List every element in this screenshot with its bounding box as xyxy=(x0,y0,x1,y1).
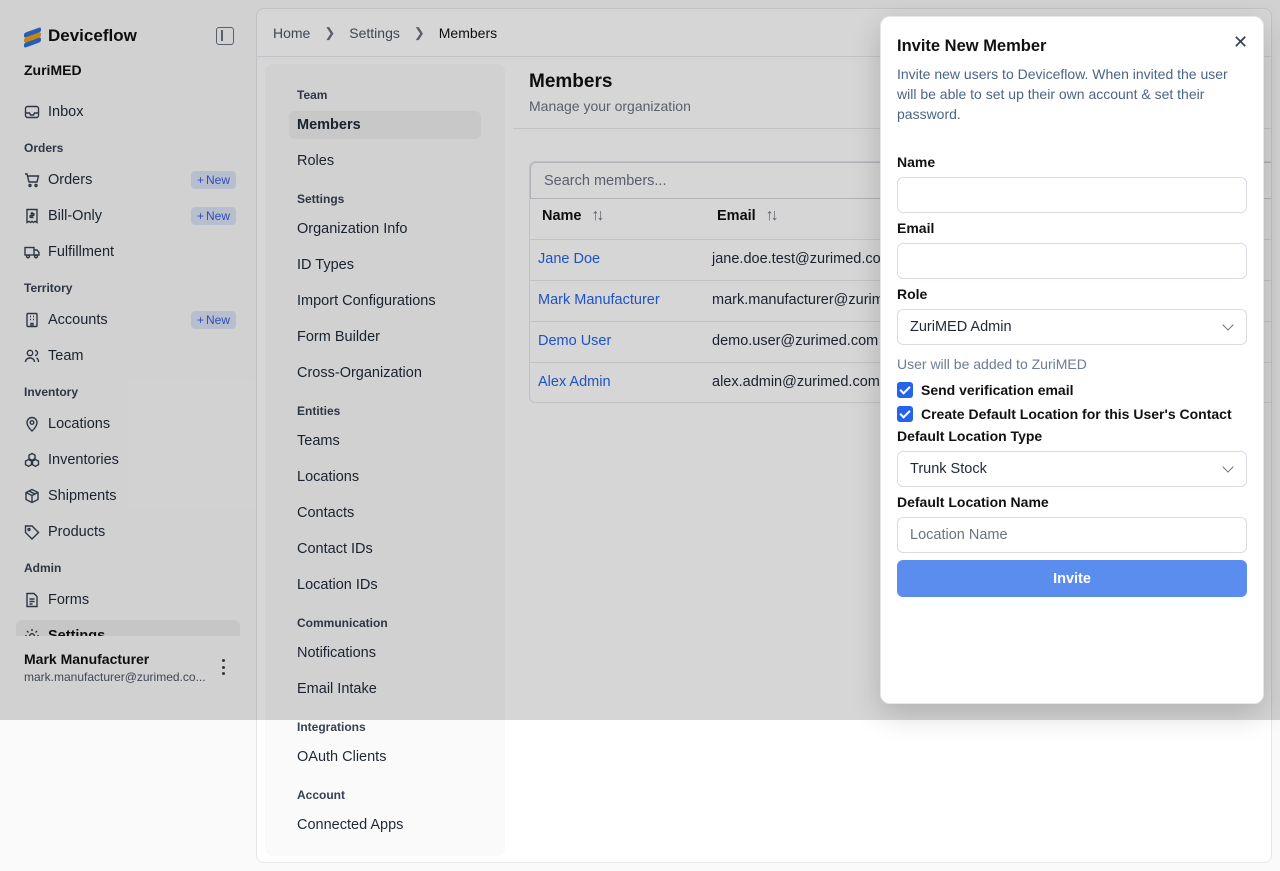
name-label: Name xyxy=(897,154,936,170)
role-label: Role xyxy=(897,286,928,302)
send-verification-label: Send verification email xyxy=(921,382,1074,398)
email-label: Email xyxy=(897,220,935,236)
create-default-location-label: Create Default Location for this User's … xyxy=(921,406,1232,422)
default-location-name-label: Default Location Name xyxy=(897,494,1049,510)
role-selected-value: ZuriMED Admin xyxy=(910,319,1012,335)
default-location-name-field[interactable]: Location Name xyxy=(897,517,1247,553)
invite-button[interactable]: Invite xyxy=(897,560,1247,597)
dialog-title: Invite New Member xyxy=(897,37,1047,55)
chevron-down-icon xyxy=(1222,319,1234,331)
settings-item-oauth-clients[interactable]: OAuth Clients xyxy=(289,743,481,771)
settings-section-account: Account xyxy=(297,788,345,802)
role-select[interactable]: ZuriMED Admin xyxy=(897,309,1247,345)
email-field[interactable] xyxy=(897,243,1247,279)
dialog-description: Invite new users to Deviceflow. When inv… xyxy=(897,66,1228,122)
create-default-location-checkbox[interactable] xyxy=(897,406,913,422)
create-default-location-checkbox-row[interactable]: Create Default Location for this User's … xyxy=(897,406,1232,422)
role-hint: User will be added to ZuriMED xyxy=(897,356,1087,372)
location-type-selected-value: Trunk Stock xyxy=(910,461,987,477)
default-location-type-label: Default Location Type xyxy=(897,428,1043,444)
settings-section-integrations: Integrations xyxy=(297,720,366,734)
chevron-down-icon xyxy=(1222,461,1234,473)
close-icon[interactable]: ✕ xyxy=(1233,33,1248,51)
send-verification-checkbox[interactable] xyxy=(897,382,913,398)
invite-member-dialog: Invite New Member ✕ Invite new users to … xyxy=(880,16,1264,704)
default-location-type-select[interactable]: Trunk Stock xyxy=(897,451,1247,487)
send-verification-checkbox-row[interactable]: Send verification email xyxy=(897,382,1074,398)
settings-item-connected-apps[interactable]: Connected Apps xyxy=(289,811,481,839)
name-field[interactable] xyxy=(897,177,1247,213)
